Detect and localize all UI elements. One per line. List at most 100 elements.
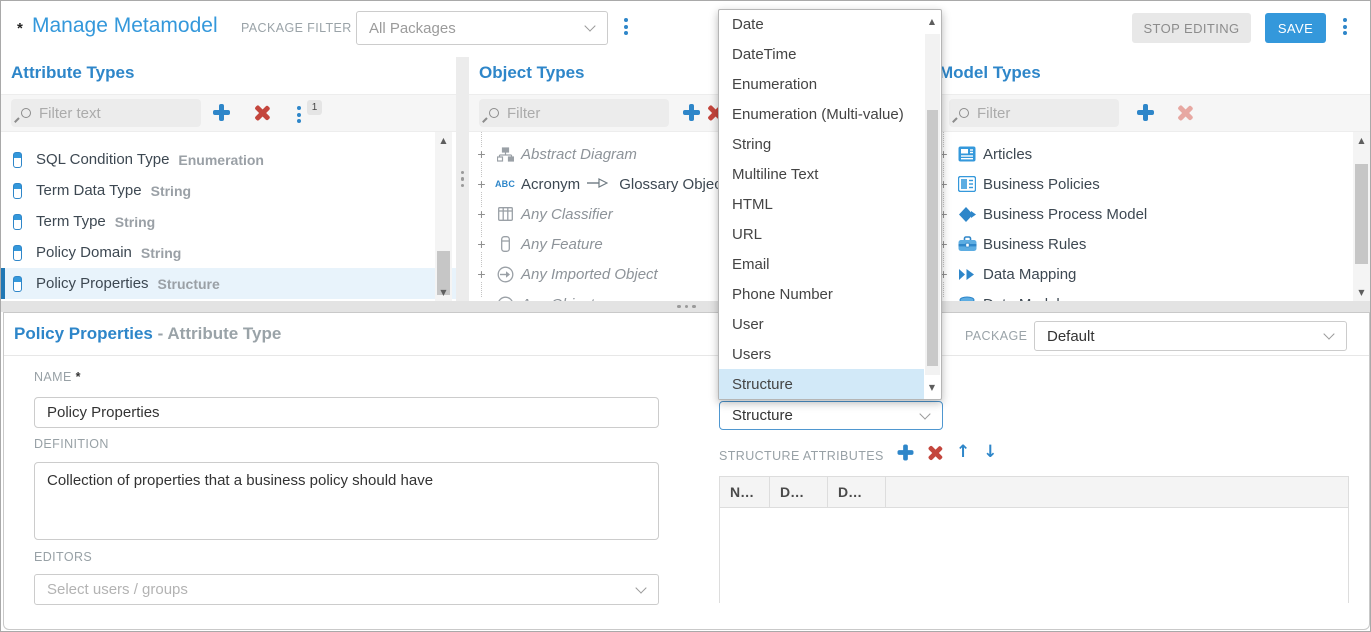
details-title: Policy Properties - Attribute Type [14,324,281,344]
dropdown-option-highlighted[interactable]: Structure [719,369,924,399]
tree-item[interactable]: + Data Mapping [931,259,1371,289]
package-select[interactable]: Default [1034,321,1347,351]
expand-icon[interactable]: + [475,208,488,221]
attribute-icon [13,245,22,261]
add-structure-attribute-icon[interactable] [898,444,914,460]
vertical-splitter[interactable] [456,57,469,301]
model-type-label: Business Process Model [983,206,1147,223]
list-item-selected[interactable]: Policy Properties Structure [1,268,456,299]
delete-structure-attribute-icon[interactable] [927,445,942,460]
expand-icon[interactable]: + [475,268,488,281]
package-filter-menu-icon[interactable] [624,18,628,35]
attribute-data-type: Structure [158,276,220,292]
tree-item[interactable]: + Articles [931,139,1371,169]
object-type-label: Acronym [521,176,580,193]
expand-icon[interactable]: + [475,148,488,161]
required-marker: * [76,370,81,384]
move-down-icon[interactable]: ↓ [983,444,997,461]
dropdown-option[interactable]: URL [719,219,924,249]
dropdown-option[interactable]: Enumeration (Multi-value) [719,100,924,130]
attribute-data-type: Enumeration [178,152,264,168]
model-type-label: Business Rules [983,236,1086,253]
scroll-down-icon[interactable] [926,383,938,392]
dropdown-option[interactable]: Enumeration [719,70,924,100]
object-filter-input[interactable] [507,105,640,122]
search-icon [959,108,969,118]
model-filter-input[interactable] [977,105,1096,122]
structure-attributes-table: N… D… D… [719,476,1349,603]
list-item[interactable]: Policy Domain String [1,237,456,268]
delete-attribute-type-icon[interactable] [254,105,270,121]
object-filter-box [479,99,669,127]
name-label: NAME * [34,370,81,384]
scroll-down-icon[interactable] [435,288,452,297]
column-header-datatype[interactable]: D… [770,477,828,507]
attribute-data-type: String [141,245,181,261]
scrollbar-thumb[interactable] [1355,164,1368,264]
search-icon [21,108,31,118]
dropdown-option[interactable]: Multiline Text [719,160,924,190]
dropdown-option[interactable]: HTML [719,190,924,220]
stop-editing-button[interactable]: STOP EDITING [1132,13,1251,43]
tree-item[interactable]: + Business Rules [931,229,1371,259]
tree-item[interactable]: + Business Process Model [931,199,1371,229]
attribute-data-type: String [115,214,155,230]
definition-textarea[interactable]: Collection of properties that a business… [34,462,659,540]
dropdown-option[interactable]: User [719,309,924,339]
dropdown-option[interactable]: DateTime [719,40,924,70]
scroll-up-icon[interactable] [1353,136,1370,145]
attribute-types-title: Attribute Types [11,63,134,83]
details-header: Policy Properties - Attribute Type PACKA… [4,313,1369,356]
object-type-label: Any Imported Object [521,266,658,283]
chevron-down-icon [1323,328,1334,339]
topbar: * Manage Metamodel PACKAGE FILTER All Pa… [1,1,1370,56]
attribute-list-scrollbar[interactable] [435,132,452,301]
model-list-scrollbar[interactable] [1353,132,1370,301]
dropdown-option[interactable]: Users [719,339,924,369]
tree-item[interactable]: + Data Model [931,289,1371,301]
attribute-icon [13,276,22,292]
column-header-definition[interactable]: D… [828,477,886,507]
editors-select[interactable]: Select users / groups [34,574,659,605]
add-model-type-icon[interactable] [1137,104,1154,121]
scroll-up-icon[interactable] [435,136,452,145]
dropdown-option[interactable]: Date [719,10,924,40]
column-header-name[interactable]: N… [720,477,770,507]
expand-icon[interactable]: + [475,178,488,191]
topbar-menu-icon[interactable] [1343,18,1347,35]
details-subtitle: - Attribute Type [158,324,282,343]
attribute-filter-input[interactable] [39,105,172,122]
move-up-icon[interactable]: ↑ [956,444,970,461]
briefcase-icon [956,236,978,252]
dropdown-option[interactable]: Phone Number [719,279,924,309]
tree-item[interactable]: + Business Policies [931,169,1371,199]
save-button[interactable]: SAVE [1265,13,1326,43]
scrollbar-thumb[interactable] [927,110,938,366]
dropdown-option[interactable]: Email [719,249,924,279]
scroll-up-icon[interactable] [926,17,938,26]
package-label: PACKAGE [965,329,1027,343]
list-item[interactable]: SQL Condition Type Enumeration [1,144,456,175]
add-attribute-type-icon[interactable] [213,104,230,121]
attribute-types-menu-icon[interactable] [297,106,301,123]
model-types-filter-strip [931,94,1371,132]
scroll-down-icon[interactable] [1353,288,1370,297]
package-filter-select[interactable]: All Packages [356,11,608,45]
table-body-empty [720,508,1348,603]
import-circle-icon [494,266,516,283]
structure-attributes-toolbar: ↑ ↓ [897,443,998,461]
object-type-label: Any Feature [521,236,603,253]
delete-model-type-icon-disabled[interactable] [1177,105,1193,121]
package-filter-value: All Packages [369,20,456,37]
list-item[interactable]: Term Type String [1,206,456,237]
attribute-icon [13,183,22,199]
add-object-type-icon[interactable] [683,104,700,121]
expand-icon[interactable]: + [475,238,488,251]
data-type-select[interactable]: Structure [719,401,943,430]
feature-pill-icon [494,236,516,252]
dropdown-option[interactable]: String [719,130,924,160]
list-item[interactable]: Term Data Type String [1,175,456,206]
object-type-target-label: Glossary Object [619,176,726,193]
name-input[interactable] [34,397,659,428]
horizontal-splitter[interactable] [1,301,1370,312]
